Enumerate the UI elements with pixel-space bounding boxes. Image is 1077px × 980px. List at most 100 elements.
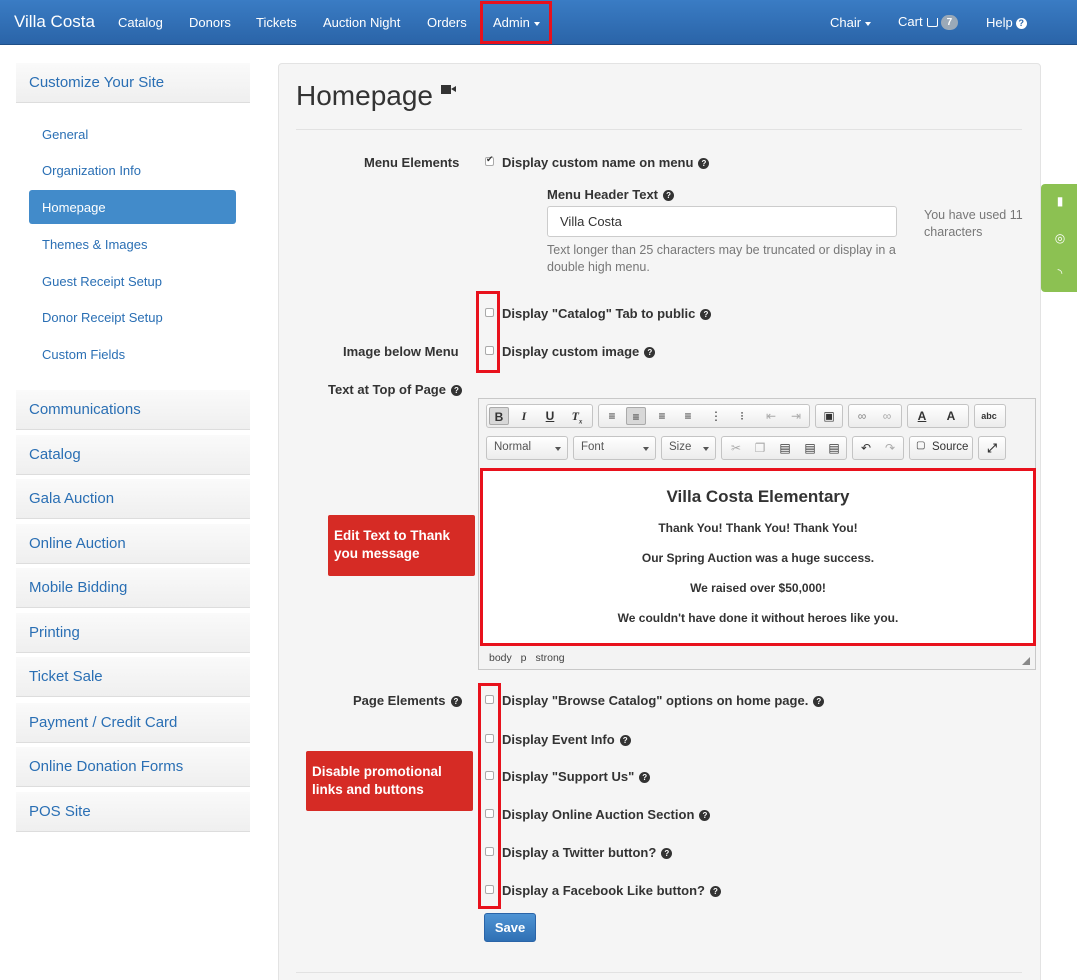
save-button[interactable]: Save [484, 913, 536, 942]
help-icon[interactable]: ? [700, 309, 712, 320]
nav-cart[interactable]: Cart 7 [898, 14, 959, 31]
help-icon[interactable]: ? [699, 810, 711, 821]
life-ring-icon[interactable]: ◎ [1053, 231, 1067, 245]
sidebar-section-pos-site[interactable]: POS Site [16, 792, 250, 832]
paste-icon[interactable]: ▤ [775, 439, 795, 457]
twitter-option-label: Display a Twitter button? [502, 845, 657, 860]
help-icon[interactable]: ? [663, 190, 675, 201]
sidebar-section-gala-auction[interactable]: Gala Auction [16, 479, 250, 519]
custom-image-option-label: Display custom image [502, 344, 640, 359]
custom-name-checkbox[interactable] [485, 154, 494, 166]
source-icon: ▢ [916, 440, 926, 451]
copy-icon[interactable]: ❐ [750, 439, 770, 457]
online-auction-option-label: Display Online Auction Section [502, 807, 695, 822]
outdent-icon[interactable]: ⇤ [761, 407, 781, 425]
used-characters-text: You have used 11 characters [924, 208, 1023, 239]
sidebar-section-communications[interactable]: Communications [16, 390, 250, 430]
underline-button[interactable]: U [540, 407, 560, 425]
justify-icon[interactable]: ≡ [678, 407, 698, 425]
event-info-option: Display Event Info? [502, 732, 631, 747]
maximize-icon[interactable]: ⤢ [982, 439, 1002, 457]
help-icon[interactable]: ? [661, 848, 673, 859]
paste-text-icon[interactable]: ▤ [800, 439, 820, 457]
book-icon[interactable]: ▮ [1053, 194, 1067, 208]
background-color-icon[interactable]: A [941, 407, 961, 425]
help-icon[interactable]: ? [698, 158, 710, 169]
sidebar-header-customize[interactable]: Customize Your Site [16, 63, 250, 103]
nav-cart-label: Cart [898, 14, 923, 29]
redo-icon[interactable]: ↷ [880, 439, 900, 457]
align-left-icon[interactable]: ≡ [602, 407, 622, 425]
nav-auction-night[interactable]: Auction Night [323, 15, 400, 30]
nav-help-label: Help [986, 15, 1013, 30]
sidebar-section-ticket-sale[interactable]: Ticket Sale [16, 657, 250, 697]
sidebar-item-general[interactable]: General [42, 127, 88, 142]
sidebar-item-themes-images[interactable]: Themes & Images [42, 237, 148, 252]
indent-icon[interactable]: ⇥ [786, 407, 806, 425]
nav-help[interactable]: Help? [986, 15, 1027, 30]
support-us-option-label: Display "Support Us" [502, 769, 635, 784]
help-icon[interactable]: ? [619, 735, 631, 746]
help-icon[interactable]: ? [639, 772, 651, 783]
sidebar-section-catalog[interactable]: Catalog [16, 435, 250, 475]
italic-button[interactable]: I [514, 407, 534, 425]
toolbar-group-image: ▣ [815, 404, 843, 428]
sidebar-section-online-donation[interactable]: Online Donation Forms [16, 747, 250, 787]
bullet-list-icon[interactable]: ⁝ [732, 407, 752, 425]
truncate-help-text: Text longer than 25 characters may be tr… [547, 243, 896, 274]
sidebar-item-organization-info[interactable]: Organization Info [42, 163, 141, 178]
sidebar-section-mobile-bidding[interactable]: Mobile Bidding [16, 568, 250, 608]
sidebar-item-homepage[interactable]: Homepage [29, 190, 236, 224]
divider [296, 972, 1022, 973]
toolbar-group-paragraph: ≡ ≡ ≡ ≡ ⋮ ⁝ ⇤ ⇥ [598, 404, 810, 428]
sidebar-section-payment[interactable]: Payment / Credit Card [16, 703, 250, 743]
content-line: We raised over $50,000! [690, 581, 826, 595]
numbered-list-icon[interactable]: ⋮ [706, 407, 726, 425]
spellcheck-icon[interactable]: abc [979, 407, 999, 425]
nav-catalog[interactable]: Catalog [118, 15, 163, 30]
remove-format-icon[interactable]: Tx [567, 407, 587, 425]
help-icon[interactable]: ? [450, 385, 462, 396]
editor-content-area[interactable]: Villa Costa Elementary Thank You! Thank … [480, 468, 1036, 646]
cut-icon[interactable]: ✂ [726, 439, 746, 457]
nav-chair[interactable]: Chair [830, 15, 872, 30]
source-button[interactable]: ▢ Source [909, 436, 973, 460]
format-select[interactable]: Normal [486, 436, 568, 460]
toolbar-group-basic: B I U Tx [486, 404, 593, 428]
sidebar-section-printing[interactable]: Printing [16, 613, 250, 653]
help-icon[interactable]: ? [813, 696, 825, 707]
toolbar-group-history: ↶ ↷ [852, 436, 904, 460]
menu-header-text-input[interactable]: Villa Costa [547, 206, 897, 237]
resize-handle-icon[interactable] [1022, 657, 1030, 665]
menu-header-text-label-text: Menu Header Text [547, 187, 659, 202]
nav-tickets[interactable]: Tickets [256, 15, 297, 30]
content-line: Thank You! Thank You! Thank You! [658, 521, 858, 535]
unlink-icon[interactable]: ∞ [877, 407, 897, 425]
undo-icon[interactable]: ↶ [856, 439, 876, 457]
sidebar-section-online-auction[interactable]: Online Auction [16, 524, 250, 564]
editor-element-path[interactable]: body p strong [489, 652, 565, 664]
sidebar-item-donor-receipt[interactable]: Donor Receipt Setup [42, 310, 163, 325]
nav-donors[interactable]: Donors [189, 15, 231, 30]
admin-highlight-box [480, 1, 552, 44]
sidebar-item-custom-fields[interactable]: Custom Fields [42, 347, 125, 362]
nav-orders[interactable]: Orders [427, 15, 467, 30]
rss-icon[interactable]: ◝ [1053, 266, 1067, 280]
brand-link[interactable]: Villa Costa [14, 12, 95, 32]
font-select[interactable]: Font [573, 436, 656, 460]
text-color-icon[interactable]: A [912, 407, 932, 425]
page-elements-label: Page Elements? [353, 693, 462, 708]
image-icon[interactable]: ▣ [819, 407, 839, 425]
size-select[interactable]: Size [661, 436, 716, 460]
sidebar-item-guest-receipt[interactable]: Guest Receipt Setup [42, 274, 162, 289]
cart-icon [926, 18, 938, 28]
align-right-icon[interactable]: ≡ [652, 407, 672, 425]
bold-button[interactable]: B [489, 407, 509, 425]
help-icon[interactable]: ? [709, 886, 721, 897]
paste-word-icon[interactable]: ▤ [824, 439, 844, 457]
link-icon[interactable]: ∞ [852, 407, 872, 425]
video-camera-icon[interactable] [441, 85, 456, 94]
align-center-icon[interactable]: ≡ [626, 407, 646, 425]
help-icon[interactable]: ? [644, 347, 656, 358]
help-icon[interactable]: ? [450, 696, 462, 707]
